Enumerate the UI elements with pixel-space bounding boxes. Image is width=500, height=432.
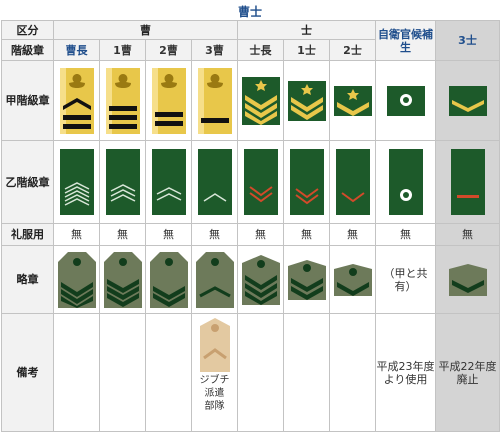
dress-value: 無: [237, 223, 284, 246]
sgtmaj-ryaku-badge: [57, 251, 96, 308]
kou-label: 甲階級章: [1, 60, 54, 141]
rank-label: 階級章: [1, 39, 54, 61]
candidate-ryaku-note: （甲と共有）: [375, 245, 436, 314]
lcpl-ryaku-badge: [241, 254, 280, 305]
djibouti-badge: [199, 318, 230, 372]
dress-label: 礼服用: [1, 223, 54, 246]
dress-value: 無: [283, 223, 330, 246]
header-row-groups: 区分 曹 士 自衛官候補生 3士: [1, 20, 500, 61]
rank-lcpl: 士長: [237, 39, 284, 61]
sgtmaj-otsu-badge: [59, 149, 94, 215]
sgt1-otsu-badge: [105, 149, 140, 215]
candidate-otsu-badge: [388, 149, 423, 215]
rank-sgtmaj: 曹長: [53, 39, 100, 61]
sgt2-kou-badge: [151, 67, 186, 134]
sgt1-kou-badge: [105, 67, 140, 134]
sgtmaj-kou-badge: [59, 67, 94, 134]
rank-sgt1: 1曹: [99, 39, 146, 61]
classification-label: 区分: [1, 20, 54, 40]
pvt3-header: 3士: [435, 20, 500, 61]
group-sgt: 曹: [53, 20, 238, 40]
sgt1-ryaku-badge: [103, 251, 142, 308]
page-title: 曹士: [237, 5, 262, 19]
rank-pvt1: 1士: [283, 39, 330, 61]
pvt2-ryaku-badge: [333, 263, 372, 296]
pvt2-kou-badge: [333, 85, 372, 116]
rank-sgt3: 3曹: [191, 39, 238, 61]
sgt2-ryaku-badge: [149, 251, 188, 308]
pvt3-otsu-badge: [450, 149, 485, 215]
rank-pvt2: 2士: [329, 39, 376, 61]
dress-value: 無: [435, 223, 500, 246]
group-pvt: 士: [237, 20, 376, 40]
candidate-header: 自衛官候補生: [375, 20, 436, 61]
pvt2-otsu-badge: [335, 149, 370, 215]
sgt3-ryaku-badge: [195, 251, 234, 308]
dress-value: 無: [99, 223, 146, 246]
lcpl-kou-badge: [241, 76, 280, 125]
pvt1-ryaku-badge: [287, 259, 326, 300]
djibouti-note: ジブチ 派遣 部隊: [199, 375, 230, 412]
pvt3-ryaku-badge: [448, 263, 487, 296]
otsu-row: 乙階級章: [1, 140, 500, 224]
otsu-label: 乙階級章: [1, 140, 54, 224]
dress-value: 無: [375, 223, 436, 246]
pvt3-kou-badge: [448, 85, 487, 116]
rank-sgt2: 2曹: [145, 39, 192, 61]
dress-value: 無: [191, 223, 238, 246]
ryaku-row: 略章 （甲と共有）: [1, 245, 500, 314]
sgt3-otsu-badge: [197, 149, 232, 215]
dress-value: 無: [53, 223, 100, 246]
ryaku-label: 略章: [1, 245, 54, 314]
rank-insignia-table: 区分 曹 士 自衛官候補生 3士 階級章 曹長 1曹 2曹 3曹 士長 1士 2…: [1, 20, 500, 432]
dress-row: 礼服用 無 無 無 無 無 無 無 無 無: [1, 223, 500, 246]
kou-row: 甲階級章: [1, 60, 500, 141]
pvt1-kou-badge: [287, 80, 326, 121]
lcpl-otsu-badge: [243, 149, 278, 215]
sgt2-otsu-badge: [151, 149, 186, 215]
sgt3-kou-badge: [197, 67, 232, 134]
dress-value: 無: [329, 223, 376, 246]
dress-value: 無: [145, 223, 192, 246]
pvt1-otsu-badge: [289, 149, 324, 215]
candidate-kou-badge: [386, 85, 425, 116]
